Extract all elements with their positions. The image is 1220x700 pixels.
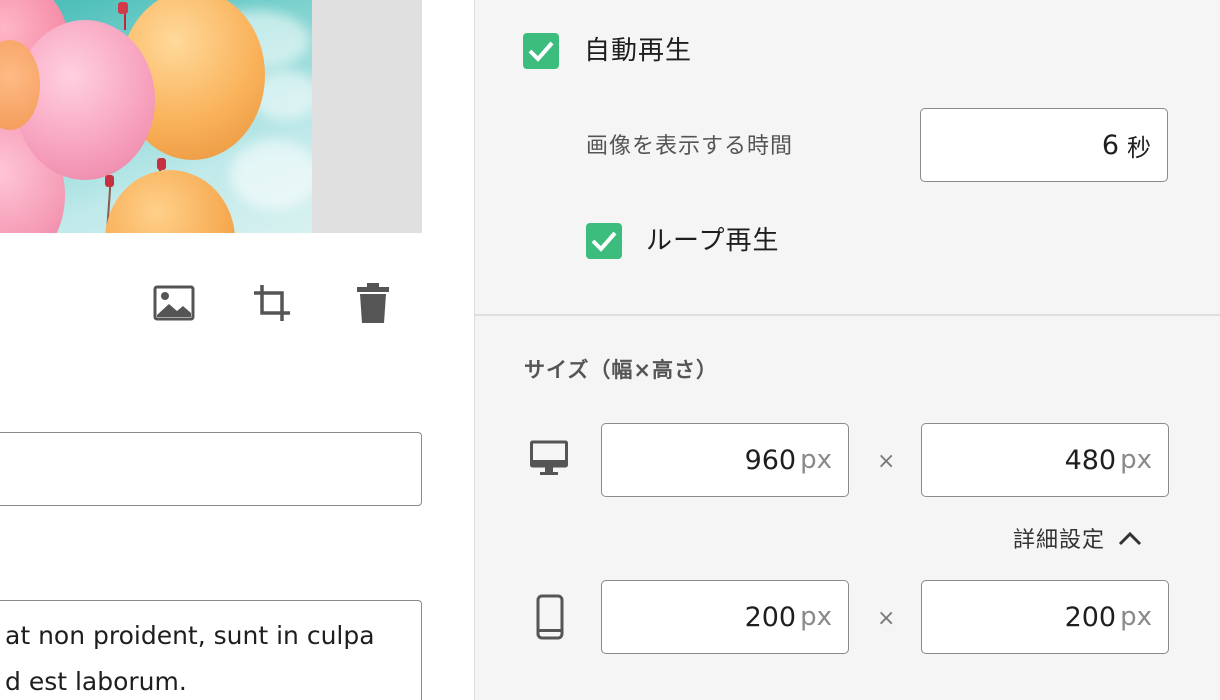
trash-icon <box>357 283 389 323</box>
image-alt-input[interactable] <box>0 432 422 506</box>
size-section-title: サイズ（幅×高さ） <box>524 358 718 382</box>
caption-textarea[interactable]: at non proident, sunt in culpa d est lab… <box>0 600 422 700</box>
mobile-height-value: 200 <box>1064 601 1117 633</box>
display-time-unit: 秒 <box>1127 133 1151 162</box>
display-time-value: 6 <box>1101 129 1119 161</box>
checkmark-icon <box>591 231 617 252</box>
desktop-height-value: 480 <box>1064 444 1117 476</box>
mobile-height-unit: px <box>1120 602 1152 632</box>
size-separator: × <box>877 606 896 631</box>
desktop-icon <box>530 440 568 482</box>
size-separator: × <box>877 449 896 474</box>
slide-image[interactable] <box>0 0 312 233</box>
section-divider <box>474 314 1220 316</box>
mobile-icon <box>536 594 564 644</box>
desktop-height-unit: px <box>1120 445 1152 475</box>
crop-button[interactable] <box>250 280 296 326</box>
loop-checkbox[interactable] <box>586 223 622 259</box>
desktop-width-unit: px <box>800 445 832 475</box>
mobile-height-input[interactable]: 200 px <box>921 580 1169 654</box>
advanced-settings-toggle[interactable]: 詳細設定 <box>1013 522 1143 554</box>
desktop-width-input[interactable]: 960 px <box>601 423 849 497</box>
chevron-up-icon <box>1118 531 1142 546</box>
desktop-width-value: 960 <box>744 444 797 476</box>
image-preview-frame <box>0 0 422 233</box>
display-time-input[interactable]: 6 秒 <box>920 108 1168 182</box>
replace-image-button[interactable] <box>151 280 197 326</box>
autoplay-checkbox[interactable] <box>523 33 559 69</box>
delete-image-button[interactable] <box>350 280 396 326</box>
mobile-width-value: 200 <box>744 601 797 633</box>
mobile-width-unit: px <box>800 602 832 632</box>
caption-line: d est laborum. <box>5 667 187 696</box>
autoplay-label: 自動再生 <box>584 36 693 66</box>
checkmark-icon <box>528 41 554 62</box>
editor-pane: at non proident, sunt in culpa d est lab… <box>0 0 474 700</box>
display-time-label: 画像を表示する時間 <box>586 134 794 159</box>
caption-line: at non proident, sunt in culpa <box>5 621 375 650</box>
loop-label: ループ再生 <box>646 226 780 256</box>
mobile-width-input[interactable]: 200 px <box>601 580 849 654</box>
desktop-height-input[interactable]: 480 px <box>921 423 1169 497</box>
advanced-settings-label: 詳細設定 <box>1013 528 1106 553</box>
image-icon <box>153 285 195 321</box>
crop-icon <box>254 285 290 321</box>
